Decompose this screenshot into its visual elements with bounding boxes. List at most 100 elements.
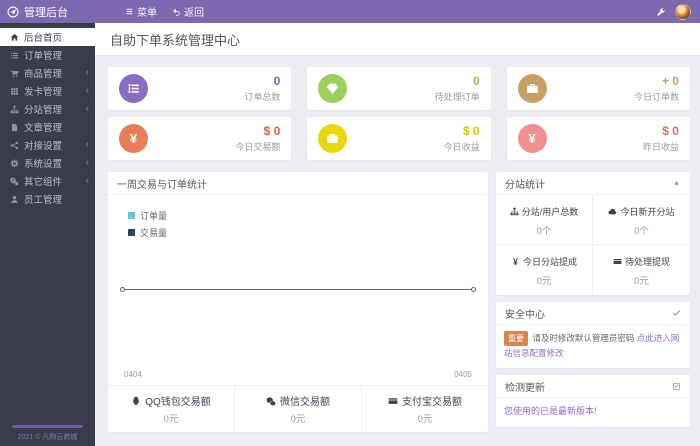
stat-value: + 0 (661, 74, 679, 88)
update-panel-title: 检测更新 (505, 382, 545, 394)
yen-icon: ¥ (119, 124, 148, 153)
circle-dot-icon (672, 179, 681, 188)
substation-grid: 分站/用户总数 0个 今日新开分站 0个 ¥ 今日分站提成 0元 待处理提现 0元 (496, 195, 690, 295)
stat-label: 今日订单数 (633, 92, 679, 102)
card-icon (388, 396, 398, 406)
menu-toggle[interactable]: 菜单 (125, 4, 157, 19)
back-arrow-icon (172, 7, 181, 16)
sidebar: 后台首页 订单管理 商品管理 ‹ 发卡管理 ‹ 分站管理 ‹ 文章管理 对接设置 ‹ 系统设置 ‹ 其它组… (0, 23, 95, 446)
list-icon (10, 51, 19, 60)
legend-swatch (128, 229, 135, 236)
sidebar-item-system[interactable]: 系统设置 ‹ (0, 154, 95, 172)
payment-value: 0元 (417, 414, 433, 425)
share-icon (10, 141, 19, 150)
brand-title: 管理后台 (24, 6, 68, 19)
substat-cell-0: 分站/用户总数 0个 (496, 195, 593, 245)
brand[interactable]: 管理后台 (0, 4, 95, 20)
page-header: 自助下单系统管理中心 (95, 23, 700, 56)
sidebar-footer-divider (12, 425, 83, 428)
chevron-left-icon: ‹ (85, 67, 89, 78)
x-axis-tick-right: 0405 (454, 370, 472, 379)
legend-item[interactable]: 订单量 (128, 209, 167, 222)
sidebar-item-label: 订单管理 (24, 51, 63, 62)
chart-legend: 订单量交易量 (128, 209, 167, 243)
stat-card-order-total: 0 订单总数 (108, 67, 292, 110)
stat-card-order-today: + 0 今日订单数 (506, 67, 690, 110)
sidebar-item-staff[interactable]: 员工管理 (0, 190, 95, 208)
wrench-icon[interactable] (656, 7, 666, 17)
chart-point-right (471, 287, 476, 292)
copyright: 2021 © 凡购云商城 (17, 434, 78, 441)
gem-icon (318, 74, 348, 103)
substat-value: 0元 (634, 276, 649, 287)
briefcase-icon (517, 74, 547, 103)
qq-icon (131, 396, 141, 406)
substat-value: 0个 (536, 226, 552, 237)
update-panel-header: 检测更新 (496, 375, 690, 399)
substat-value: 0元 (536, 276, 552, 287)
payment-value: 0元 (163, 414, 179, 425)
substat-label: 今日新开分站 (620, 207, 675, 217)
back-label: 返回 (184, 8, 204, 19)
substat-label: 分站/用户总数 (521, 207, 579, 217)
sidebar-item-label: 其它组件 (24, 177, 63, 188)
security-panel-header: 安全中心 (496, 302, 690, 325)
yen-icon: ¥ (512, 256, 518, 267)
payment-label: 微信交易额 (280, 397, 330, 408)
file-icon (10, 123, 19, 132)
stat-label: 今日收益 (443, 142, 480, 152)
stat-card-income-yesterday: ¥ $ 0 昨日收益 (506, 117, 690, 160)
page-title: 自助下单系统管理中心 (110, 32, 241, 48)
cart-icon (10, 69, 19, 78)
user-avatar[interactable] (675, 3, 691, 20)
brand-logo-icon (7, 6, 19, 18)
sidebar-item-dashboard[interactable]: 后台首页 (0, 28, 95, 46)
legend-item[interactable]: 交易量 (128, 226, 167, 239)
x-axis-tick-left: 0404 (124, 370, 142, 379)
main-content: 0 订单总数 0 待处理订单 + 0 今日订单数 ¥ $ 0 今日交易额 $ 0 今日收益 ¥ $ 0 昨… (95, 56, 700, 446)
chart-panel-header: 一周交易与订单统计 (108, 172, 488, 195)
header-right (656, 3, 700, 20)
sidebar-item-label: 员工管理 (24, 195, 63, 206)
wechat-icon (266, 396, 276, 406)
briefcase-icon (318, 124, 348, 153)
chart-title: 一周交易与订单统计 (117, 179, 207, 191)
sidebar-item-label: 后台首页 (24, 33, 63, 44)
substation-panel: 分站统计 分站/用户总数 0个 今日新开分站 0个 ¥ 今日分站提成 0元 待处理提现 0元 (496, 172, 690, 295)
stat-label: 订单总数 (244, 92, 281, 102)
chevron-left-icon: ‹ (85, 103, 89, 114)
chart-plot: 订单量交易量 0404 0405 (108, 195, 488, 385)
sidebar-menu: 后台首页 订单管理 商品管理 ‹ 发卡管理 ‹ 分站管理 ‹ 文章管理 对接设置 ‹ 系统设置 ‹ 其它组… (0, 23, 95, 208)
legend-label: 交易量 (140, 228, 168, 238)
yen-icon: ¥ (517, 124, 547, 153)
sidebar-item-components[interactable]: 其它组件 ‹ (0, 172, 95, 190)
right-column: 分站统计 分站/用户总数 0个 今日新开分站 0个 ¥ 今日分站提成 0元 待处理提现 0元 安… (496, 172, 690, 434)
payment-label: QQ钱包交易额 (145, 397, 211, 408)
back-button[interactable]: 返回 (172, 4, 204, 19)
security-message: 请及时修改默认管理员密码 (532, 333, 635, 343)
substat-label: 今日分站提成 (522, 257, 577, 267)
substat-cell-3: 待处理提现 0元 (593, 245, 690, 295)
payment-label: 支付宝交易额 (402, 397, 462, 408)
grid-icon (10, 87, 19, 96)
top-header: 管理后台 菜单 返回 (0, 0, 700, 23)
sidebar-item-articles[interactable]: 文章管理 (0, 118, 95, 136)
substat-value: 0个 (634, 226, 649, 237)
chevron-left-icon: ‹ (85, 175, 89, 186)
payment-value: 0元 (290, 414, 306, 425)
sidebar-item-substations[interactable]: 分站管理 ‹ (0, 100, 95, 118)
top-nav: 菜单 返回 (125, 4, 204, 19)
legend-swatch (128, 212, 135, 219)
sidebar-footer: 2021 © 凡购云商城 (0, 425, 95, 444)
sidebar-item-products[interactable]: 商品管理 ‹ (0, 64, 95, 82)
sidebar-item-integration[interactable]: 对接设置 ‹ (0, 136, 95, 154)
sidebar-item-label: 发卡管理 (24, 87, 63, 98)
sidebar-item-cards[interactable]: 发卡管理 ‹ (0, 82, 95, 100)
stat-card-trade-today: ¥ $ 0 今日交易额 (108, 117, 292, 160)
sidebar-item-orders[interactable]: 订单管理 (0, 46, 95, 64)
card-icon (613, 257, 622, 266)
checkbox-icon (672, 382, 681, 391)
sitemap-icon (10, 105, 19, 114)
home-icon (10, 33, 19, 42)
menu-bars-icon (125, 7, 134, 16)
